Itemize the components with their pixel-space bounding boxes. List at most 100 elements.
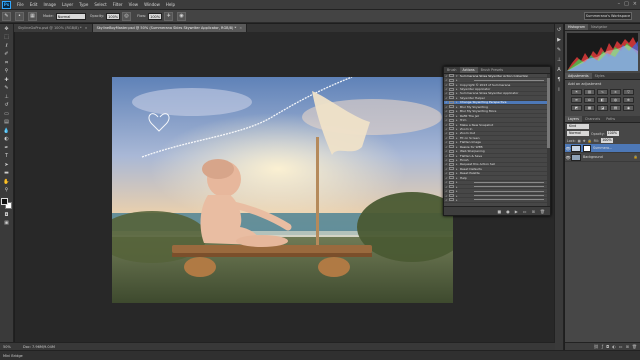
color-swatches[interactable] <box>0 198 13 210</box>
new-layer-icon[interactable]: ⊞ <box>626 344 629 349</box>
history-icon[interactable]: ↺ <box>556 27 563 34</box>
invert-icon[interactable]: ◩ <box>571 105 582 111</box>
move-tool-icon[interactable]: ✥ <box>3 26 11 33</box>
healing-tool-icon[interactable]: ✚ <box>3 77 11 84</box>
type-tool-icon[interactable]: T <box>3 153 11 160</box>
mode-select[interactable]: Normal <box>55 12 86 20</box>
chevron-right-icon[interactable]: ▸ <box>456 78 460 82</box>
dialog-toggle-icon[interactable] <box>449 140 454 144</box>
crop-tool-icon[interactable]: ⌗ <box>3 60 11 67</box>
layer-opacity-field[interactable]: 100% <box>606 131 619 136</box>
screen-mode-icon[interactable]: ▣ <box>3 220 11 227</box>
menu-help[interactable]: Help <box>163 2 178 7</box>
doc-size[interactable]: Doc: 7.96M/9.04M <box>20 345 55 349</box>
play-icon[interactable]: ▶ <box>515 209 518 214</box>
dialog-toggle-icon[interactable] <box>449 123 454 127</box>
zoom-level[interactable]: 50% <box>0 345 20 349</box>
menu-type[interactable]: Type <box>76 2 91 7</box>
actions-scrollbar[interactable] <box>547 74 550 206</box>
eraser-tool-icon[interactable]: ▭ <box>3 111 11 118</box>
pen-tool-icon[interactable]: ✒ <box>3 145 11 152</box>
chevron-right-icon[interactable]: ▸ <box>456 198 460 202</box>
dialog-toggle-icon[interactable] <box>449 198 454 202</box>
doc-tab-2[interactable]: SkylineBoyMaster.psd @ 50% (Summerana Sk… <box>92 24 248 32</box>
tab-actions[interactable]: Actions <box>459 67 478 73</box>
trash-icon[interactable]: 🗑 <box>632 344 637 349</box>
tab-histogram[interactable]: Histogram <box>565 24 589 30</box>
close-icon[interactable]: × <box>239 26 242 30</box>
clone-stamp-tool-icon[interactable]: ⊥ <box>3 94 11 101</box>
layer-kind-select[interactable]: Kind <box>567 124 589 129</box>
tab-brush[interactable]: Brush <box>444 67 460 73</box>
dialog-toggle-icon[interactable] <box>449 114 454 118</box>
gradient-map-icon[interactable]: ▤ <box>610 105 621 111</box>
new-action-icon[interactable]: ⊞ <box>532 209 535 214</box>
menu-window[interactable]: Window <box>141 2 163 7</box>
tab-styles[interactable]: Styles <box>592 73 608 79</box>
menu-filter[interactable]: Filter <box>110 2 126 7</box>
maximize-icon[interactable]: □ <box>624 1 629 7</box>
dialog-toggle-icon[interactable] <box>449 158 454 162</box>
marquee-tool-icon[interactable]: ⬚ <box>3 34 11 41</box>
threshold-icon[interactable]: ◪ <box>597 105 608 111</box>
dialog-toggle-icon[interactable] <box>449 194 454 198</box>
dialog-toggle-icon[interactable] <box>449 127 454 131</box>
tab-brush-presets[interactable]: Brush Presets <box>478 67 507 73</box>
menu-select[interactable]: Select <box>91 2 109 7</box>
dialog-toggle-icon[interactable] <box>449 118 454 122</box>
link-layers-icon[interactable]: ⛓ <box>594 344 599 349</box>
chevron-right-icon[interactable]: ▸ <box>456 180 460 184</box>
hand-tool-icon[interactable]: ✋ <box>3 179 11 186</box>
add-mask-icon[interactable]: ◘ <box>606 344 609 349</box>
brush-tool-icon[interactable]: ✎ <box>2 11 11 21</box>
trash-icon[interactable]: 🗑 <box>540 209 545 214</box>
minimize-icon[interactable]: – <box>618 1 621 7</box>
document-image[interactable] <box>112 77 453 303</box>
curves-icon[interactable]: ∿ <box>597 89 608 95</box>
workspace-switcher[interactable]: Summerana's Workspace <box>584 12 632 20</box>
photo-filter-icon[interactable]: ◍ <box>610 97 621 103</box>
exposure-icon[interactable]: ± <box>610 89 621 95</box>
fill-field[interactable]: 100% <box>601 138 614 143</box>
menu-view[interactable]: View <box>126 2 142 7</box>
channel-mixer-icon[interactable]: ⊕ <box>623 97 634 103</box>
menu-image[interactable]: Image <box>40 2 59 7</box>
paragraph-icon[interactable]: ¶ <box>556 77 563 84</box>
dialog-toggle-icon[interactable] <box>449 74 454 78</box>
tab-channels[interactable]: Channels <box>582 116 603 122</box>
airbrush-icon[interactable]: ✈ <box>164 11 174 21</box>
dialog-toggle-icon[interactable] <box>449 105 454 109</box>
dialog-toggle-icon[interactable] <box>449 83 454 87</box>
dialog-toggle-icon[interactable] <box>449 96 454 100</box>
menu-edit[interactable]: Edit <box>27 2 41 7</box>
quick-mask-icon[interactable]: ◘ <box>3 212 11 219</box>
dialog-toggle-icon[interactable] <box>449 100 454 104</box>
layer-row-summerana[interactable]: 👁 Summera... <box>565 144 640 153</box>
close-icon[interactable]: × <box>85 26 88 30</box>
selective-color-icon[interactable]: ◉ <box>623 105 634 111</box>
dialog-toggle-icon[interactable] <box>449 131 454 135</box>
path-select-tool-icon[interactable]: ➤ <box>3 162 11 169</box>
chevron-right-icon[interactable]: ▸ <box>456 189 460 193</box>
dialog-toggle-icon[interactable] <box>449 185 454 189</box>
black-white-icon[interactable]: ◧ <box>597 97 608 103</box>
eyedropper-tool-icon[interactable]: ⚲ <box>3 68 11 75</box>
record-icon[interactable]: ● <box>506 209 510 214</box>
dialog-toggle-icon[interactable] <box>449 162 454 166</box>
tab-navigator[interactable]: Navigator <box>588 24 610 30</box>
dialog-toggle-icon[interactable] <box>449 87 454 91</box>
adjustment-layer-icon[interactable]: ◐ <box>612 344 616 349</box>
gradient-tool-icon[interactable]: ▤ <box>3 119 11 126</box>
history-brush-tool-icon[interactable]: ↺ <box>3 102 11 109</box>
vibrance-icon[interactable]: ▽ <box>623 89 634 95</box>
chevron-right-icon[interactable]: ▸ <box>456 185 460 189</box>
dialog-toggle-icon[interactable] <box>449 78 454 82</box>
flow-field[interactable]: 100% <box>148 12 163 20</box>
tab-layers[interactable]: Layers <box>565 116 582 122</box>
dialog-toggle-icon[interactable] <box>449 136 454 140</box>
lock-all-icon[interactable]: 🔒 <box>588 139 592 143</box>
lock-pixels-icon[interactable]: ▦ <box>578 139 581 143</box>
clone-source-icon[interactable]: ⊥ <box>556 57 563 64</box>
doc-tab-1[interactable]: SkylineGoPro.psd @ 100% (RGB/8) * × <box>14 24 93 32</box>
close-icon[interactable]: × <box>633 1 637 7</box>
